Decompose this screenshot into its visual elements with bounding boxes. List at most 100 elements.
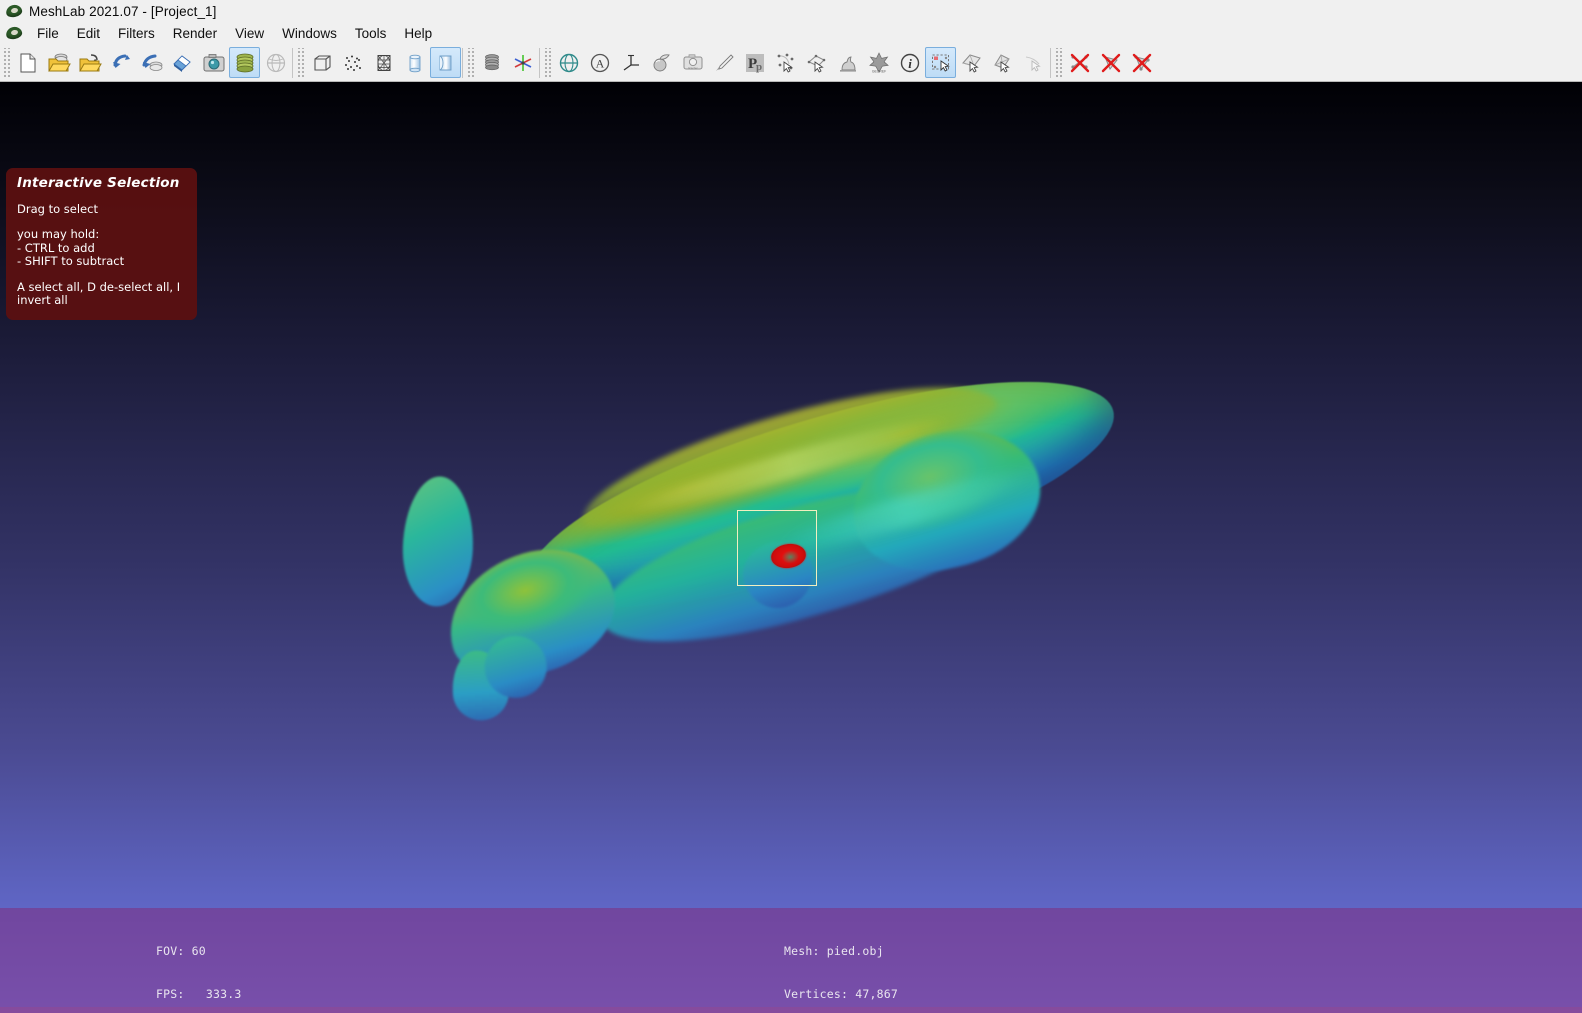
meshlab-menu-logo-icon bbox=[4, 25, 24, 41]
toolbar-grip-2[interactable] bbox=[296, 47, 304, 78]
menu-view[interactable]: View bbox=[226, 24, 273, 43]
snapshot-button[interactable] bbox=[198, 47, 229, 78]
menu-help[interactable]: Help bbox=[395, 24, 441, 43]
title-bar: MeshLab 2021.07 - [Project_1] bbox=[0, 0, 1582, 22]
paint-apple-icon bbox=[651, 52, 673, 74]
select-connected-button[interactable] bbox=[987, 47, 1018, 78]
select-vertices-button[interactable] bbox=[770, 47, 801, 78]
import-mesh-button[interactable] bbox=[74, 47, 105, 78]
svg-text:i: i bbox=[908, 56, 912, 71]
save-mesh-button[interactable] bbox=[136, 47, 167, 78]
point-picker-icon: P p bbox=[744, 52, 766, 74]
toolbar-grip[interactable] bbox=[2, 47, 10, 78]
tooltip-line-shift: - SHIFT to subtract bbox=[17, 254, 125, 268]
select-vertices-icon bbox=[775, 52, 797, 74]
show-trackball-button[interactable] bbox=[260, 47, 291, 78]
trackball-button[interactable] bbox=[553, 47, 584, 78]
svg-text:A: A bbox=[595, 56, 604, 70]
layers-icon bbox=[234, 52, 256, 74]
main-toolbar: A Raster P p GEOREF i bbox=[0, 44, 1582, 82]
align-tool-icon bbox=[806, 52, 828, 74]
new-project-button[interactable] bbox=[12, 47, 43, 78]
delete-faces-icon bbox=[1099, 51, 1123, 75]
rect-select-icon bbox=[930, 52, 952, 74]
status-mesh-name: Mesh: pied.obj bbox=[784, 944, 884, 959]
delete-vertices-button[interactable] bbox=[1064, 47, 1095, 78]
mesh-tool-button[interactable] bbox=[832, 47, 863, 78]
gl-viewport[interactable]: Interactive Selection Drag to select you… bbox=[0, 82, 1582, 1013]
svg-text:Raster: Raster bbox=[688, 66, 698, 70]
open-project-icon bbox=[47, 52, 71, 74]
info-icon: i bbox=[899, 52, 921, 74]
tooltip-line-drag: Drag to select bbox=[17, 201, 98, 216]
open-mesh-icon bbox=[78, 52, 102, 74]
georef-button[interactable]: GEOREF bbox=[863, 47, 894, 78]
measure-icon bbox=[620, 52, 642, 74]
bunny-icon bbox=[837, 52, 859, 74]
select-faces-button[interactable] bbox=[956, 47, 987, 78]
get-info-button[interactable]: i bbox=[894, 47, 925, 78]
toolbar-separator bbox=[292, 47, 293, 78]
svg-text:p: p bbox=[756, 61, 762, 73]
menu-file[interactable]: File bbox=[28, 24, 68, 43]
svg-text:GEOREF: GEOREF bbox=[871, 69, 885, 73]
save-project-icon bbox=[171, 52, 195, 74]
menu-edit[interactable]: Edit bbox=[68, 24, 109, 43]
delete-vertices-icon bbox=[1068, 51, 1092, 75]
axis-gizmo-icon bbox=[512, 52, 534, 74]
status-vertices: Vertices: 47,867 bbox=[784, 987, 898, 1002]
save-project-button[interactable] bbox=[167, 47, 198, 78]
raster-alignment-button[interactable]: Raster bbox=[677, 47, 708, 78]
paintbrush-icon bbox=[713, 52, 735, 74]
measuring-tool-button[interactable] bbox=[615, 47, 646, 78]
selection-arrow-icon bbox=[1023, 52, 1045, 74]
reload-icon bbox=[109, 52, 133, 74]
tooltip-title: Interactive Selection bbox=[17, 175, 180, 191]
delete-faces-button[interactable] bbox=[1095, 47, 1126, 78]
window-title: MeshLab 2021.07 - [Project_1] bbox=[29, 3, 217, 19]
smooth-shading-button[interactable] bbox=[430, 47, 461, 78]
z-painting-button[interactable] bbox=[646, 47, 677, 78]
text-annotation-button[interactable]: A bbox=[584, 47, 615, 78]
status-right-block: Mesh: pied.obj Vertices: 47,867 Faces: 9… bbox=[784, 916, 941, 1013]
status-fov: FOV: 60 bbox=[156, 944, 206, 959]
toolbar-separator-4 bbox=[1050, 47, 1051, 78]
open-project-button[interactable] bbox=[43, 47, 74, 78]
stack-layers-button[interactable] bbox=[476, 47, 507, 78]
toolbar-grip-4[interactable] bbox=[543, 47, 551, 78]
wireframe-icon bbox=[373, 52, 395, 74]
toolbar-separator-2 bbox=[462, 47, 463, 78]
pickpoints-button[interactable]: P p bbox=[739, 47, 770, 78]
delete-faces-vertices-button[interactable] bbox=[1126, 47, 1157, 78]
show-axis-button[interactable] bbox=[507, 47, 538, 78]
toolbar-separator-3 bbox=[539, 47, 540, 78]
menu-render[interactable]: Render bbox=[164, 24, 226, 43]
points-button[interactable] bbox=[337, 47, 368, 78]
menu-bar: File Edit Filters Render View Windows To… bbox=[0, 22, 1582, 44]
meshlab-logo-icon bbox=[4, 3, 24, 19]
snapshot-icon bbox=[202, 52, 226, 74]
globe-grid-icon bbox=[265, 52, 287, 74]
tooltip-line-ctrl: - CTRL to add bbox=[17, 240, 95, 255]
show-layer-dialog-button[interactable] bbox=[229, 47, 260, 78]
paint-brush-button[interactable] bbox=[708, 47, 739, 78]
align-tool-button[interactable] bbox=[801, 47, 832, 78]
menu-tools[interactable]: Tools bbox=[346, 24, 396, 43]
flat-lines-button[interactable] bbox=[399, 47, 430, 78]
raster-alignment-icon: Raster bbox=[682, 52, 704, 74]
new-project-icon bbox=[17, 52, 39, 74]
bounding-box-button[interactable] bbox=[306, 47, 337, 78]
save-mesh-icon bbox=[140, 52, 164, 74]
menu-windows[interactable]: Windows bbox=[273, 24, 346, 43]
select-connected-icon bbox=[992, 52, 1014, 74]
toolbar-grip-5[interactable] bbox=[1054, 47, 1062, 78]
move-selection-button[interactable] bbox=[1018, 47, 1049, 78]
bounding-box-icon bbox=[311, 52, 333, 74]
smooth-shading-icon bbox=[435, 52, 457, 74]
toolbar-grip-3[interactable] bbox=[466, 47, 474, 78]
reload-button[interactable] bbox=[105, 47, 136, 78]
menu-filters[interactable]: Filters bbox=[109, 24, 164, 43]
interactive-selection-button[interactable] bbox=[925, 47, 956, 78]
georef-icon: GEOREF bbox=[868, 51, 890, 74]
wireframe-button[interactable] bbox=[368, 47, 399, 78]
